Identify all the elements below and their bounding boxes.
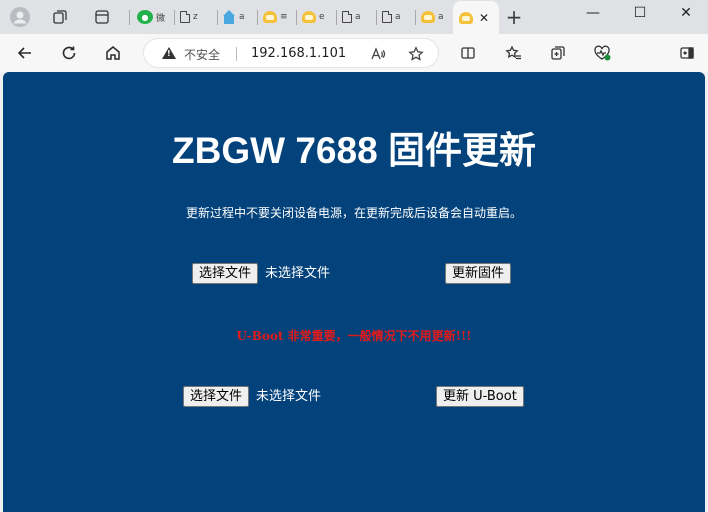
router-icon	[302, 11, 316, 23]
tab-5[interactable]: e	[302, 5, 336, 29]
not-secure-label[interactable]: 不安全	[184, 46, 220, 63]
minimize-button[interactable]: —	[573, 2, 613, 24]
update-firmware-button[interactable]: 更新固件	[445, 263, 512, 284]
wechat-icon: ●	[137, 10, 153, 24]
uboot-choose-file-button[interactable]: 选择文件	[183, 386, 250, 407]
collections-icon[interactable]	[47, 5, 73, 29]
router-icon	[421, 11, 435, 23]
update-uboot-button[interactable]: 更新 U-Boot	[436, 386, 524, 407]
home-assistant-icon	[222, 10, 236, 24]
refresh-button[interactable]	[55, 40, 83, 66]
tab-1[interactable]: ● 微	[137, 5, 171, 29]
uboot-warning: U-Boot 非常重要，一般情况下不用更新!!!	[236, 329, 472, 343]
maximize-button[interactable]: ☐	[620, 2, 660, 24]
update-note: 更新过程中不要关闭设备电源，在更新完成后设备会自动重启。	[185, 206, 522, 220]
favorites-icon[interactable]	[499, 40, 527, 66]
firmware-update-page: ZBGW 7688 固件更新 更新过程中不要关闭设备电源，在更新完成后设备会自动…	[3, 72, 705, 512]
router-icon	[459, 11, 473, 24]
back-button[interactable]	[11, 40, 39, 66]
tab-actions-icon[interactable]	[89, 5, 115, 29]
url-text[interactable]: 192.168.1.101	[251, 46, 346, 61]
address-bar[interactable]: 不安全 192.168.1.101	[143, 38, 439, 68]
tab-4[interactable]: ≡	[263, 5, 297, 29]
tab-active[interactable]: ✕	[453, 1, 499, 34]
uboot-no-file-label: 未选择文件	[256, 389, 322, 404]
browser-toolbar: 不安全 192.168.1.101	[0, 34, 708, 72]
read-aloud-icon[interactable]	[368, 44, 388, 64]
close-window-button[interactable]: ✕	[666, 2, 706, 24]
document-icon	[342, 11, 352, 23]
collections-add-icon[interactable]	[544, 40, 572, 66]
tab-strip: ● 微 z a ≡ e a a a ✕ + — ☐ ✕	[0, 0, 708, 34]
sidebar-toggle-icon[interactable]	[673, 40, 701, 66]
profile-avatar-icon[interactable]	[7, 5, 33, 29]
close-tab-icon[interactable]: ✕	[479, 11, 489, 25]
firmware-no-file-label: 未选择文件	[265, 266, 331, 281]
document-icon	[180, 11, 190, 23]
page-title: ZBGW 7688 固件更新	[172, 130, 536, 171]
tab-7[interactable]: a	[382, 5, 416, 29]
tab-8[interactable]: a	[421, 5, 451, 29]
browser-essentials-icon[interactable]	[588, 40, 616, 66]
router-icon	[263, 11, 277, 23]
tab-3[interactable]: a	[222, 5, 256, 29]
not-secure-icon[interactable]	[162, 47, 176, 59]
tab-6[interactable]: a	[342, 5, 376, 29]
firmware-choose-file-button[interactable]: 选择文件	[192, 263, 259, 284]
document-icon	[382, 11, 392, 23]
split-screen-icon[interactable]	[454, 40, 482, 66]
favorite-star-icon[interactable]	[406, 44, 426, 64]
home-button[interactable]	[99, 40, 127, 66]
tab-2[interactable]: z	[180, 5, 214, 29]
new-tab-button[interactable]: +	[501, 5, 527, 29]
